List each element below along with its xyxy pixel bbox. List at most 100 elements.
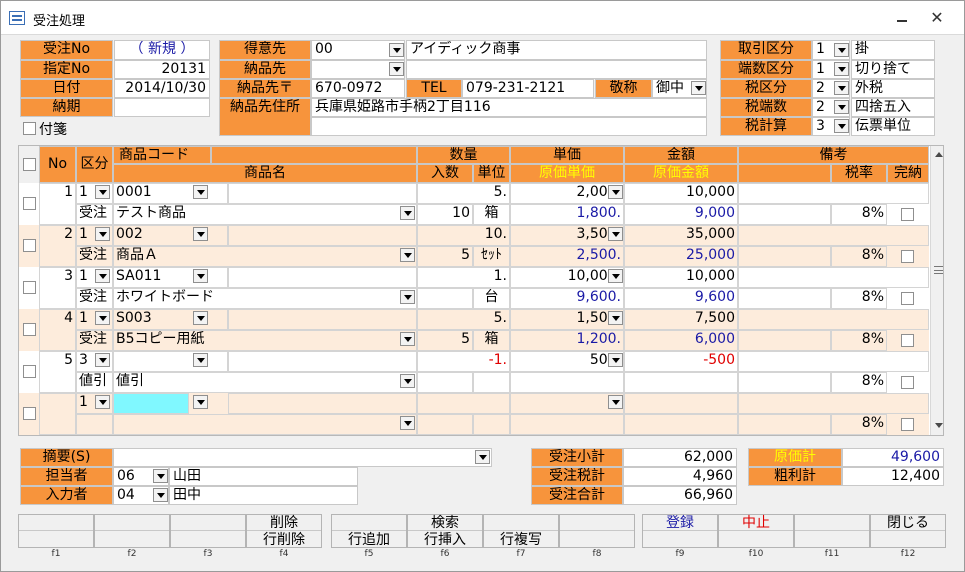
- chevron-down-icon[interactable]: [608, 269, 623, 283]
- product-code[interactable]: 002: [113, 225, 228, 246]
- chevron-down-icon[interactable]: [834, 100, 849, 114]
- chevron-down-icon[interactable]: [400, 332, 415, 346]
- chevron-down-icon[interactable]: [193, 227, 208, 241]
- complete-checkbox[interactable]: [901, 292, 914, 305]
- unit-price[interactable]: 3,500.: [510, 225, 624, 246]
- minimize-icon[interactable]: [896, 13, 910, 23]
- product-name[interactable]: テスト商品: [113, 204, 417, 225]
- chevron-down-icon[interactable]: [608, 311, 623, 325]
- date-field[interactable]: 2014/10/30: [114, 79, 210, 98]
- product-code[interactable]: 0001: [113, 183, 228, 204]
- remark-2[interactable]: [738, 372, 831, 393]
- chevron-down-icon[interactable]: [608, 227, 623, 241]
- tax-rate[interactable]: 8%: [831, 246, 887, 267]
- chevron-down-icon[interactable]: [400, 248, 415, 262]
- summary-field[interactable]: [113, 448, 492, 467]
- remark[interactable]: [738, 225, 929, 246]
- table-row[interactable]: 2 1 受注 002 商品Ａ 10. 5 ｾｯﾄ 3,500. 2,500. 35,000 25,00…: [19, 225, 929, 267]
- product-name[interactable]: ホワイトボード: [113, 288, 417, 309]
- f5-key-button[interactable]: 行追加: [331, 514, 407, 548]
- order-no-field[interactable]: （ 新規 ）: [114, 40, 210, 60]
- sel-box[interactable]: [23, 365, 36, 378]
- chevron-down-icon[interactable]: [834, 43, 849, 57]
- tax-rate[interactable]: 8%: [831, 414, 887, 435]
- unit[interactable]: ｾｯﾄ: [473, 246, 510, 267]
- close-icon[interactable]: ✕: [929, 10, 945, 26]
- chevron-down-icon[interactable]: [389, 62, 404, 76]
- unit[interactable]: [473, 372, 510, 393]
- f12-key-button[interactable]: 閉じる: [870, 514, 946, 548]
- sel-box[interactable]: [23, 197, 36, 210]
- chevron-down-icon[interactable]: [95, 311, 110, 325]
- remark[interactable]: [738, 183, 929, 204]
- f1-key-button[interactable]: [18, 514, 94, 548]
- chevron-down-icon[interactable]: [400, 290, 415, 304]
- tax-rate[interactable]: 8%: [831, 330, 887, 351]
- cost-unit-price[interactable]: 1,200.: [510, 330, 624, 351]
- qty[interactable]: 10.: [417, 225, 510, 246]
- chevron-down-icon[interactable]: [608, 395, 623, 409]
- pack-qty[interactable]: 10: [417, 204, 473, 225]
- qty[interactable]: 5.: [417, 183, 510, 204]
- unit-price[interactable]: 1,500.: [510, 309, 624, 330]
- f7-key-button[interactable]: 行複写: [483, 514, 559, 548]
- sel-box[interactable]: [23, 239, 36, 252]
- chevron-down-icon[interactable]: [193, 353, 208, 367]
- chevron-down-icon[interactable]: [400, 206, 415, 220]
- product-name[interactable]: 値引: [113, 372, 417, 393]
- complete-checkbox[interactable]: [901, 334, 914, 347]
- f2-key-button[interactable]: [94, 514, 170, 548]
- product-code[interactable]: [113, 351, 228, 372]
- chevron-down-icon[interactable]: [608, 185, 623, 199]
- product-code[interactable]: [113, 393, 189, 414]
- cost-unit-price[interactable]: [510, 372, 624, 393]
- qty[interactable]: 5.: [417, 309, 510, 330]
- qty[interactable]: 1.: [417, 267, 510, 288]
- f3-key-button[interactable]: [170, 514, 246, 548]
- product-name[interactable]: B5コピー用紙: [113, 330, 417, 351]
- chevron-down-icon[interactable]: [475, 450, 490, 464]
- chevron-down-icon[interactable]: [193, 185, 208, 199]
- remark-2[interactable]: [738, 246, 831, 267]
- table-row[interactable]: 3 1 受注 SA011 ホワイトボード 1. 台 10,000. 9,600. 10,000 9,…: [19, 267, 929, 309]
- chevron-down-icon[interactable]: [691, 81, 706, 95]
- select-all-checkbox[interactable]: [23, 158, 36, 171]
- unit[interactable]: [473, 414, 510, 435]
- unit-price[interactable]: 10,000.: [510, 267, 624, 288]
- table-row[interactable]: 4 1 受注 S003 B5コピー用紙 5. 5 箱 1,500. 1,200. 7,500 6,00…: [19, 309, 929, 351]
- cost-unit-price[interactable]: [510, 414, 624, 435]
- scroll-grip-icon[interactable]: [934, 266, 943, 274]
- tag-checkbox[interactable]: [23, 122, 36, 135]
- unit-price[interactable]: 500.: [510, 351, 624, 372]
- table-row[interactable]: 5 3 値引 値引 -1. 500. -500 8%: [19, 351, 929, 393]
- chevron-down-icon[interactable]: [193, 395, 208, 409]
- spec-no-field[interactable]: 20131: [114, 60, 210, 79]
- chevron-down-icon[interactable]: [95, 395, 110, 409]
- product-code[interactable]: SA011: [113, 267, 228, 288]
- chevron-down-icon[interactable]: [608, 353, 623, 367]
- tax-rate[interactable]: 8%: [831, 204, 887, 225]
- chevron-down-icon[interactable]: [153, 488, 168, 502]
- f8-key-button[interactable]: [559, 514, 635, 548]
- sel-box[interactable]: [23, 281, 36, 294]
- complete-checkbox[interactable]: [901, 376, 914, 389]
- zip-field[interactable]: 670-0972: [311, 79, 405, 98]
- chevron-down-icon[interactable]: [95, 185, 110, 199]
- remark[interactable]: [738, 267, 929, 288]
- chevron-down-icon[interactable]: [389, 43, 404, 57]
- pack-qty[interactable]: 5: [417, 330, 473, 351]
- chevron-down-icon[interactable]: [400, 374, 415, 388]
- chevron-down-icon[interactable]: [834, 62, 849, 76]
- cost-unit-price[interactable]: 2,500.: [510, 246, 624, 267]
- cost-unit-price[interactable]: 9,600.: [510, 288, 624, 309]
- qty[interactable]: [417, 393, 510, 414]
- address-line1-field[interactable]: 兵庫県姫路市手柄2丁目116: [311, 98, 707, 117]
- pack-qty[interactable]: 5: [417, 246, 473, 267]
- f11-key-button[interactable]: [794, 514, 870, 548]
- chevron-down-icon[interactable]: [834, 119, 849, 133]
- unit[interactable]: 台: [473, 288, 510, 309]
- f10-key-button[interactable]: 中止: [718, 514, 794, 548]
- chevron-down-icon[interactable]: [193, 269, 208, 283]
- tel-field[interactable]: 079-231-2121: [462, 79, 594, 98]
- remark[interactable]: [738, 393, 929, 414]
